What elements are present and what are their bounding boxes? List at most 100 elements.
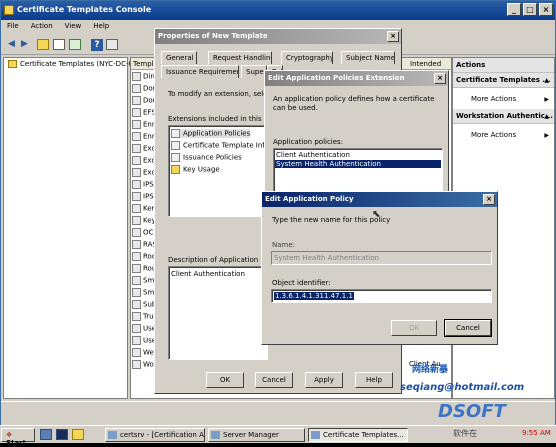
actions-section-title[interactable]: Certificate Templates ... bbox=[453, 73, 554, 88]
list-item-selected[interactable]: System Health Authentication bbox=[275, 160, 441, 168]
tree-pane: Certificate Templates (NYC-DC-01. bbox=[3, 57, 140, 399]
apply-button[interactable]: Apply bbox=[305, 372, 343, 388]
list-item[interactable]: Key Usage bbox=[171, 165, 220, 174]
template-icon bbox=[132, 252, 141, 261]
collapse-arrow-icon[interactable]: ▲ bbox=[544, 77, 549, 84]
watermark-brand-cn: 软件在 bbox=[453, 429, 477, 438]
extension-dialog: Edit Application Policies Extension × An… bbox=[264, 70, 449, 198]
task-server-manager[interactable]: Server Manager bbox=[208, 428, 305, 442]
policies-list[interactable]: Client Authentication System Health Auth… bbox=[273, 148, 443, 196]
template-icon bbox=[132, 240, 141, 249]
name-field[interactable]: System Health Authentication bbox=[271, 251, 492, 265]
template-icon bbox=[132, 180, 141, 189]
extension-description: An application policy defines how a cert… bbox=[273, 95, 435, 112]
tab-subject-name[interactable]: Subject Name bbox=[341, 51, 395, 64]
ok-button[interactable]: OK bbox=[391, 320, 437, 336]
close-button[interactable]: × bbox=[539, 3, 553, 16]
extension-icon bbox=[171, 141, 180, 150]
close-icon[interactable]: × bbox=[483, 194, 495, 205]
submenu-arrow-icon: ▶ bbox=[544, 132, 549, 139]
cancel-button[interactable]: Cancel bbox=[444, 319, 492, 337]
template-icon bbox=[132, 300, 141, 309]
actions-section-title[interactable]: Workstation Authentic... bbox=[453, 109, 554, 124]
list-item[interactable]: Client Authentication bbox=[276, 151, 350, 159]
template-icon bbox=[132, 216, 141, 225]
tab-cryptography[interactable]: Cryptography bbox=[281, 51, 333, 64]
up-folder-icon[interactable] bbox=[37, 39, 49, 50]
main-title-bar[interactable]: Certificate Templates Console _ □ × bbox=[1, 1, 555, 20]
template-icon bbox=[132, 336, 141, 345]
description-box: Client Authentication bbox=[168, 266, 268, 360]
help-button[interactable]: Help bbox=[355, 372, 393, 388]
back-arrow-icon[interactable]: ◀ bbox=[5, 38, 18, 51]
template-icon bbox=[132, 144, 141, 153]
maximize-button[interactable]: □ bbox=[523, 3, 537, 16]
collapse-arrow-icon[interactable]: ▲ bbox=[544, 113, 549, 120]
mmc-icon[interactable] bbox=[106, 39, 118, 50]
mouse-cursor-icon: ⬉ bbox=[372, 209, 381, 220]
forward-arrow-icon[interactable]: ▶ bbox=[18, 38, 31, 51]
more-actions-link[interactable]: More Actions bbox=[471, 131, 516, 139]
template-icon bbox=[132, 192, 141, 201]
description-text: Client Authentication bbox=[171, 270, 245, 278]
extension-icon bbox=[171, 129, 180, 138]
template-icon bbox=[132, 348, 141, 357]
certsrv-icon bbox=[108, 431, 117, 439]
template-icon bbox=[132, 312, 141, 321]
template-icon bbox=[132, 168, 141, 177]
oid-input[interactable]: 1.3.6.1.4.1.311.47.1.1 bbox=[271, 289, 492, 303]
watermark-line1: 网络新暴 bbox=[412, 365, 449, 375]
menu-action[interactable]: Action bbox=[25, 20, 59, 30]
extensions-list[interactable]: Application Policies Certificate Templat… bbox=[168, 125, 288, 217]
policy-dialog: Edit Application Policy × Type the new n… bbox=[261, 191, 498, 345]
template-icon bbox=[132, 132, 141, 141]
name-label: Name: bbox=[272, 241, 296, 249]
template-icon bbox=[132, 204, 141, 213]
template-icon bbox=[132, 120, 141, 129]
list-item[interactable]: Application Policies bbox=[171, 129, 251, 138]
template-icon bbox=[132, 96, 141, 105]
powershell-icon[interactable] bbox=[56, 429, 68, 440]
actions-header: Actions bbox=[453, 58, 554, 73]
task-certsrv[interactable]: certsrv - [Certification A... bbox=[105, 428, 205, 442]
task-certificate-templates[interactable]: Certificate Templates... bbox=[308, 428, 408, 442]
menu-file[interactable]: File bbox=[1, 20, 25, 30]
more-actions-link[interactable]: More Actions bbox=[471, 95, 516, 103]
tab-general[interactable]: General bbox=[161, 51, 197, 64]
template-icon bbox=[132, 288, 141, 297]
close-icon[interactable]: × bbox=[387, 31, 399, 42]
properties-dialog-title[interactable]: Properties of New Template bbox=[155, 29, 401, 44]
server-manager-icon bbox=[211, 431, 220, 439]
extensions-label: Extensions included in this templa bbox=[168, 115, 266, 123]
cancel-button[interactable]: Cancel bbox=[255, 372, 293, 388]
key-icon bbox=[171, 165, 180, 174]
tab-issuance-requirements[interactable]: Issuance Requirements bbox=[161, 65, 239, 78]
watermark-brand: DSOFT bbox=[438, 401, 506, 422]
certificate-templates-icon bbox=[311, 431, 320, 439]
certificate-folder-icon bbox=[8, 60, 17, 68]
submenu-arrow-icon: ▶ bbox=[544, 96, 549, 103]
export-list-icon[interactable] bbox=[69, 39, 81, 50]
policy-dialog-title[interactable]: Edit Application Policy bbox=[262, 192, 497, 207]
menu-help[interactable]: Help bbox=[87, 20, 115, 30]
column-intended-purposes[interactable]: Intended bbox=[408, 60, 442, 68]
menu-view[interactable]: View bbox=[59, 20, 88, 30]
extension-dialog-title[interactable]: Edit Application Policies Extension bbox=[265, 71, 448, 86]
server-manager-icon[interactable] bbox=[40, 429, 52, 440]
oid-value: 1.3.6.1.4.1.311.47.1.1 bbox=[274, 292, 354, 300]
explorer-icon[interactable] bbox=[72, 429, 84, 440]
show-hide-tree-icon[interactable] bbox=[53, 39, 65, 50]
policies-label: Application policies: bbox=[273, 138, 344, 146]
list-item[interactable]: Issuance Policies bbox=[171, 153, 242, 162]
minimize-button[interactable]: _ bbox=[507, 3, 521, 16]
template-icon bbox=[132, 84, 141, 93]
ok-button[interactable]: OK bbox=[206, 372, 244, 388]
close-icon[interactable]: × bbox=[434, 73, 446, 84]
windows-logo-icon: ❖ bbox=[6, 431, 13, 439]
taskbar-clock: 9:55 AM bbox=[522, 429, 551, 437]
tab-request-handling[interactable]: Request Handling bbox=[208, 51, 272, 64]
tree-root-node[interactable]: Certificate Templates (NYC-DC-01. bbox=[8, 60, 140, 68]
console-app-icon bbox=[4, 5, 14, 15]
help-icon[interactable]: ? bbox=[91, 39, 103, 51]
start-button[interactable]: ❖ Start bbox=[1, 428, 35, 447]
